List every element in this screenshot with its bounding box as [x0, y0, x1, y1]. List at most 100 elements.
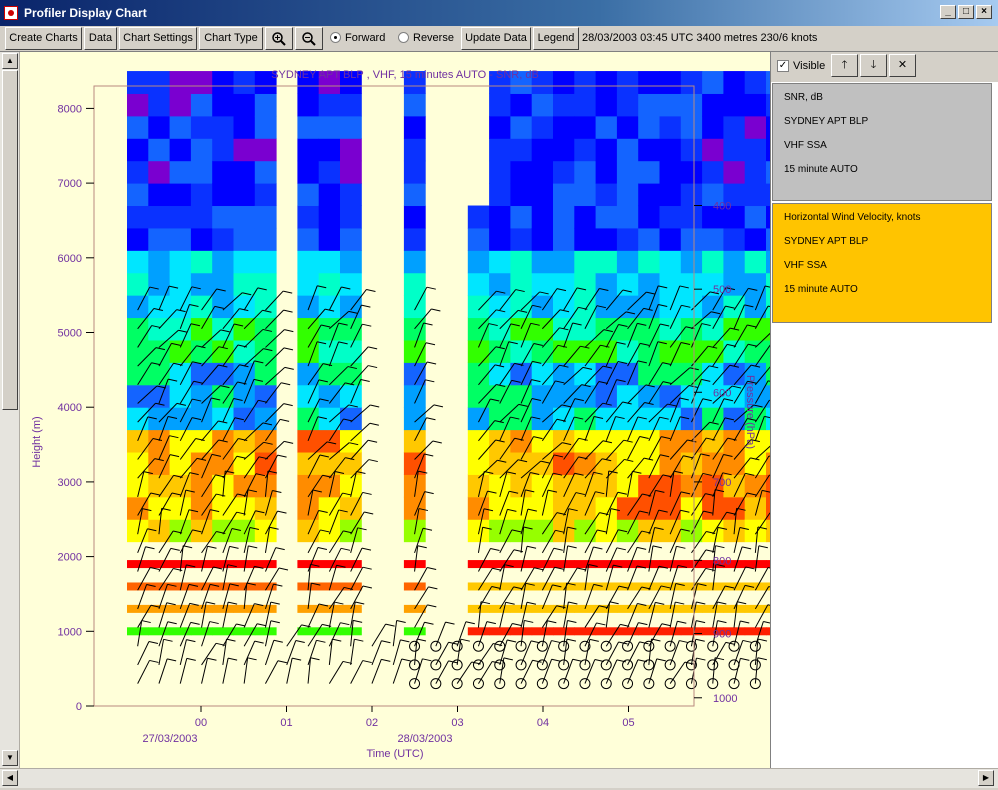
- minimize-button[interactable]: _: [940, 5, 956, 19]
- wind-barb-flag: [567, 545, 577, 549]
- y-axis-title: Height (m): [31, 416, 43, 467]
- wind-barb-flag: [757, 638, 768, 642]
- snr-cell: [595, 115, 618, 139]
- snr-cell: [169, 115, 192, 139]
- snr-cell: [169, 71, 192, 94]
- create-charts-button[interactable]: Create Charts: [5, 27, 82, 50]
- snr-cell: [489, 407, 511, 431]
- maximize-button[interactable]: □: [958, 5, 974, 19]
- snr-cell: [680, 160, 703, 184]
- snr-band-cell: [127, 560, 149, 569]
- y-tick-label: 5000: [58, 328, 82, 340]
- snr-cell: [489, 496, 511, 520]
- snr-cell: [638, 519, 660, 543]
- snr-cell: [403, 407, 426, 431]
- snr-cell: [297, 205, 320, 229]
- scroll-right-button[interactable]: ▶: [978, 770, 994, 786]
- legend-button[interactable]: Legend: [533, 27, 579, 50]
- chart-settings-button[interactable]: Chart Settings: [119, 27, 197, 50]
- snr-cell: [595, 183, 618, 207]
- snr-cell: [659, 339, 682, 363]
- wind-barb-flag: [295, 640, 305, 644]
- snr-cell: [616, 407, 639, 431]
- snr-cell: [553, 71, 575, 94]
- zoom-out-button[interactable]: [295, 27, 323, 50]
- snr-cell: [744, 160, 767, 184]
- y2-tick-label: 600: [713, 387, 731, 399]
- snr-cell: [318, 93, 341, 117]
- snr-cell: [595, 452, 618, 475]
- visible-checkbox[interactable]: ✓: [777, 60, 789, 72]
- snr-cell: [595, 272, 618, 296]
- snr-cell: [702, 519, 724, 543]
- horizontal-scrollbar[interactable]: ◀ ▶: [0, 768, 998, 788]
- snr-cell: [510, 115, 533, 139]
- snr-cell: [148, 205, 171, 229]
- snr-cell: [723, 429, 746, 453]
- scroll-left-button[interactable]: ◀: [2, 770, 18, 786]
- data-button[interactable]: Data: [84, 27, 117, 50]
- wind-barb-flag: [742, 546, 752, 550]
- wind-barb-flag: [534, 567, 544, 571]
- layer-card-wind[interactable]: Horizontal Wind Velocity, knots SYDNEY A…: [772, 203, 992, 323]
- snr-cell: [744, 183, 767, 207]
- snr-band-cell: [190, 627, 213, 636]
- wind-barb-flag: [547, 620, 557, 624]
- layer-card-snr[interactable]: SNR, dB SYDNEY APT BLP VHF SSA 15 minute…: [772, 83, 992, 201]
- scroll-thumb[interactable]: [2, 70, 18, 410]
- snr-cell: [723, 250, 746, 274]
- vertical-scrollbar[interactable]: ▲ ▼: [0, 52, 20, 768]
- wind-barb-flag: [186, 639, 196, 643]
- snr-cell: [574, 452, 597, 475]
- snr-cell: [233, 93, 256, 117]
- snr-cell: [148, 115, 171, 139]
- wind-barb-flag: [257, 623, 267, 627]
- update-data-button[interactable]: Update Data: [461, 27, 531, 50]
- snr-cell: [403, 452, 426, 475]
- move-down-button[interactable]: 🡓: [860, 54, 887, 77]
- chart-type-button[interactable]: Chart Type: [199, 27, 263, 50]
- snr-cell: [127, 407, 149, 431]
- snr-band-cell: [233, 627, 256, 636]
- snr-cell: [254, 115, 277, 139]
- snr-band-cell: [531, 627, 554, 636]
- snr-cell: [340, 183, 362, 207]
- snr-band-cell: [574, 560, 597, 569]
- snr-cell: [340, 384, 362, 408]
- snr-cell: [531, 93, 554, 117]
- snr-cell: [553, 384, 575, 408]
- zoom-in-button[interactable]: [265, 27, 293, 50]
- wind-barb-flag: [361, 547, 372, 551]
- wind-barb: [478, 661, 493, 684]
- radio-selected-icon: [330, 32, 341, 43]
- wind-barb-flag: [551, 658, 561, 662]
- move-up-button[interactable]: 🡑: [831, 54, 858, 77]
- snr-cell: [595, 227, 618, 251]
- scroll-up-button[interactable]: ▲: [2, 53, 18, 69]
- y-tick-label: 3000: [58, 477, 82, 489]
- wind-barb-flag: [340, 547, 351, 551]
- wind-barb-flag: [340, 622, 350, 626]
- scroll-down-button[interactable]: ▼: [2, 750, 18, 766]
- remove-layer-button[interactable]: ✕: [889, 54, 916, 77]
- snr-cell: [233, 452, 256, 475]
- wind-barb-flag: [283, 347, 294, 351]
- snr-cell: [340, 160, 362, 184]
- close-button[interactable]: ×: [976, 5, 992, 19]
- snr-cell: [127, 250, 149, 274]
- snr-cell: [659, 160, 682, 184]
- wind-barb-flag: [425, 342, 436, 346]
- reverse-radio[interactable]: Reverse: [398, 31, 454, 47]
- snr-cell: [616, 160, 639, 184]
- snr-cell: [403, 227, 426, 251]
- snr-cell: [233, 295, 256, 319]
- wind-barb-flag: [616, 547, 626, 551]
- x-tick-label: 05: [622, 717, 634, 729]
- snr-cell: [340, 115, 362, 139]
- snr-cell: [680, 205, 703, 229]
- forward-radio[interactable]: Forward: [330, 31, 385, 47]
- snr-cell: [680, 384, 703, 408]
- snr-cell: [148, 452, 171, 475]
- wind-barb-flag: [310, 657, 320, 661]
- snr-cell: [127, 295, 149, 319]
